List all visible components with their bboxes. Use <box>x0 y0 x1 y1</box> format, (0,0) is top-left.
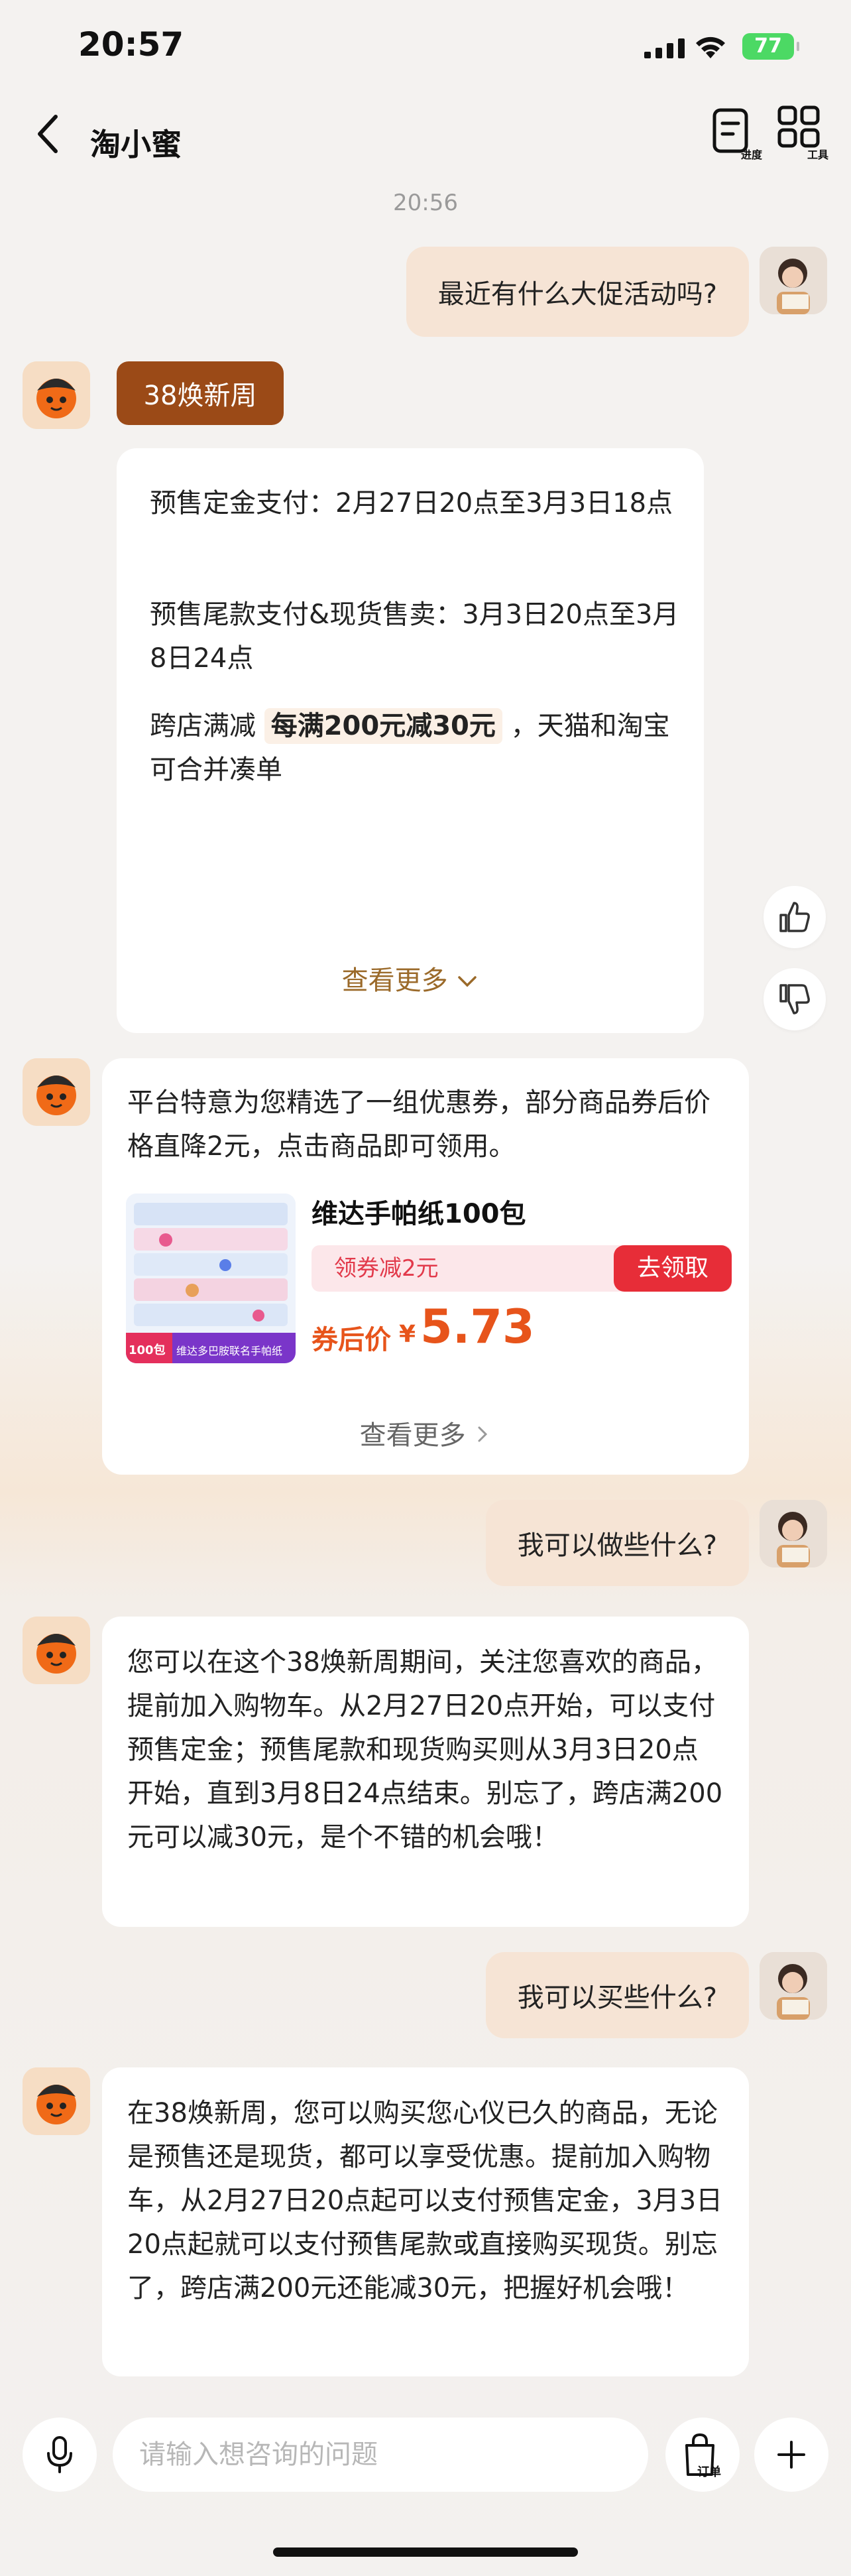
bot-message: 在38焕新周，您可以购买您心仪已久的商品，无论是预售还是现货，都可以享受优惠。提… <box>102 2067 749 2376</box>
tissue-pack-image <box>126 1194 296 1363</box>
input-bar: 订单 <box>0 2400 851 2576</box>
bot-message-text: 在38焕新周，您可以购买您心仪已久的商品，无论是预售还是现货，都可以享受优惠。提… <box>127 2098 723 2303</box>
user-message-text: 最近有什么大促活动吗? <box>437 279 717 310</box>
user-avatar-image <box>760 1500 827 1567</box>
chevron-down-icon <box>458 976 477 987</box>
shopping-bag-icon <box>685 2433 714 2476</box>
product-name[interactable]: 维达手帕纸100包 <box>312 1192 526 1231</box>
user-avatar[interactable] <box>760 1500 827 1567</box>
page-title: 淘小蜜 <box>90 127 182 162</box>
bot-avatar <box>23 2067 90 2135</box>
user-message: 最近有什么大促活动吗? <box>406 247 749 337</box>
thumbs-down-icon <box>779 984 810 1014</box>
order-label: 订单 <box>697 2465 721 2479</box>
thumbs-down-button[interactable] <box>764 968 826 1030</box>
see-more-label: 查看更多 <box>341 965 448 996</box>
user-message-text: 我可以做些什么? <box>517 1530 717 1561</box>
status-time: 20:57 <box>78 25 184 64</box>
plus-icon <box>777 2441 805 2469</box>
microphone-icon <box>47 2436 72 2473</box>
promo-line-discount: 跨店满减 每满200元减30元 ，天猫和淘宝可合并凑单 <box>150 704 680 792</box>
promo-info-card: 预售定金支付：2月27日20点至3月3日18点 预售尾款支付&现货售卖：3月3日… <box>117 448 704 1033</box>
coupon-message: 平台特意为您精选了一组优惠券，部分商品券后价格直降2元，点击商品即可领用。 10… <box>102 1058 749 1475</box>
product-image[interactable]: 100包 维达多巴胺联名手帕纸 <box>126 1194 296 1363</box>
coupon-discount-text: 领券减2元 <box>334 1255 439 1282</box>
battery-indicator: 77 <box>742 33 799 60</box>
user-message-text: 我可以买些什么? <box>517 1983 717 2013</box>
bot-avatar <box>23 1617 90 1684</box>
user-message: 我可以买些什么? <box>485 1952 749 2038</box>
nav-bar: 淘小蜜 进度 工具 <box>0 93 851 192</box>
bot-message: 您可以在这个38焕新周期间，关注您喜欢的商品，提前加入购物车。从2月27日20点… <box>102 1617 749 1927</box>
signal-icon <box>644 38 685 58</box>
coupon-intro-text: 平台特意为您精选了一组优惠券，部分商品券后价格直降2元，点击商品即可领用。 <box>127 1087 710 1162</box>
product-image-caption: 维达多巴胺联名手帕纸 <box>176 1345 283 1357</box>
bot-mascot-icon <box>23 2067 90 2135</box>
status-bar: 20:57 77 <box>0 0 851 93</box>
chevron-right-icon <box>478 1426 488 1442</box>
tools-label: 工具 <box>807 149 828 161</box>
see-more-coupons-button[interactable]: 查看更多 <box>102 1414 749 1452</box>
thumbs-up-button[interactable] <box>764 886 826 948</box>
home-indicator <box>273 2547 578 2557</box>
question-input[interactable] <box>113 2418 648 2492</box>
bot-mascot-icon <box>23 1617 90 1684</box>
order-button[interactable]: 订单 <box>665 2418 740 2492</box>
promo-tag[interactable]: 38焕新周 <box>117 361 284 425</box>
claim-coupon-button[interactable]: 去领取 <box>614 1245 732 1292</box>
bot-avatar <box>23 1058 90 1126</box>
user-avatar[interactable] <box>760 247 827 314</box>
bot-mascot-icon <box>23 1058 90 1126</box>
see-more-button[interactable]: 查看更多 <box>117 959 704 997</box>
user-avatar-image <box>760 247 827 314</box>
price-value: 5.73 <box>420 1300 535 1354</box>
bot-avatar <box>23 361 90 429</box>
user-avatar-image <box>760 1952 827 2020</box>
bot-message-text: 您可以在这个38焕新周期间，关注您喜欢的商品，提前加入购物车。从2月27日20点… <box>127 1647 723 1853</box>
price-label: 券后价 <box>312 1325 391 1355</box>
progress-label: 进度 <box>740 149 762 161</box>
bot-mascot-icon <box>23 361 90 429</box>
coupon-strip: 领券减2元 去领取 <box>312 1245 732 1292</box>
wifi-icon <box>696 36 725 58</box>
price-currency: ¥ <box>399 1321 416 1348</box>
tools-button[interactable]: 工具 <box>771 98 831 171</box>
discount-highlight: 每满200元减30元 <box>264 708 502 744</box>
promo-line-deposit: 预售定金支付：2月27日20点至3月3日18点 <box>150 488 673 519</box>
promo-line-final: 预售尾款支付&现货售卖：3月3日20点至3月8日24点 <box>150 599 679 674</box>
back-arrow-icon[interactable] <box>29 107 69 160</box>
thumbs-up-icon <box>779 902 810 932</box>
see-more-coupons-label: 查看更多 <box>359 1420 466 1451</box>
chat-timestamp: 20:56 <box>393 190 458 216</box>
add-button[interactable] <box>754 2418 828 2492</box>
user-message: 我可以做些什么? <box>485 1500 749 1586</box>
product-image-badge: 100包 <box>129 1343 166 1357</box>
voice-button[interactable] <box>23 2418 97 2492</box>
discount-prefix: 跨店满减 <box>150 711 256 741</box>
progress-button[interactable]: 进度 <box>705 98 765 171</box>
user-avatar[interactable] <box>760 1952 827 2020</box>
